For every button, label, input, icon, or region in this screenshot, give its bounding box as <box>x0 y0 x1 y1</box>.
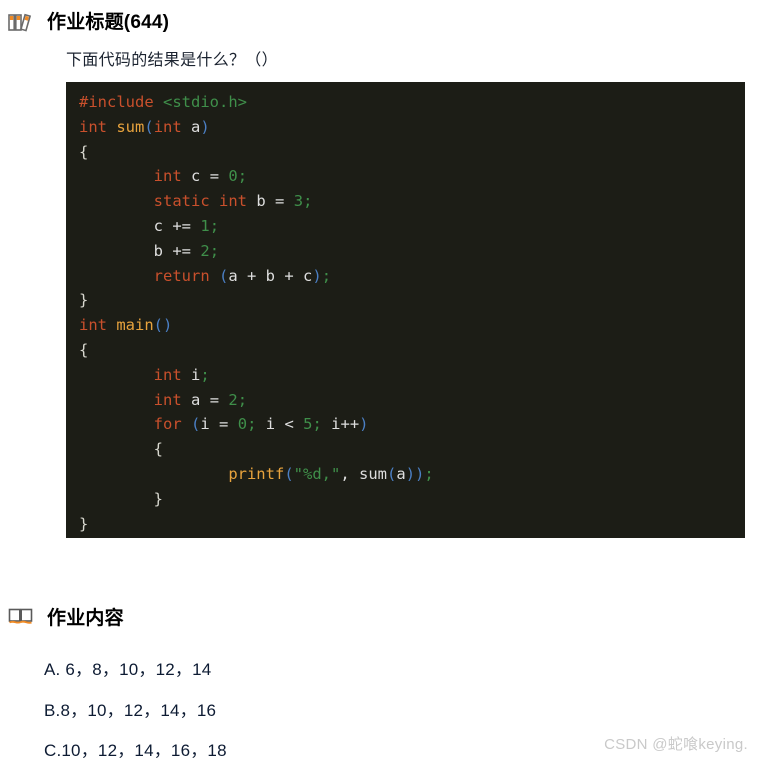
homework-content-label: 作业内容 <box>47 608 124 629</box>
code-line: for (i = 0; i < 5; i++) <box>153 415 369 434</box>
homework-title-header: 作业标题(644) <box>8 7 169 34</box>
answer-option-a[interactable]: A. 6，8，10，12，14 <box>44 655 211 680</box>
code-line: #include <stdio.h> <box>79 93 247 111</box>
code-line: } <box>79 291 89 310</box>
answer-option-c[interactable]: C.10，12，14，16，18 <box>44 736 227 761</box>
code-line: { <box>79 142 89 161</box>
code-line: int a = 2; <box>153 390 248 409</box>
homework-content-header: 作业内容 <box>8 603 124 630</box>
code-line: b += 2; <box>153 241 220 260</box>
code-line: { <box>79 340 89 359</box>
code-line: } <box>153 489 163 508</box>
code-line: return (a + b + c); <box>153 266 332 285</box>
code-line: { <box>153 440 163 459</box>
code-content: #include <stdio.h> int sum(int a) { int c … <box>66 90 745 536</box>
code-line: int sum(int a) <box>79 117 210 136</box>
code-line: static int b = 3; <box>153 192 313 211</box>
code-line: c += 1; <box>153 216 220 235</box>
code-line: int i; <box>153 365 210 384</box>
answer-option-b[interactable]: B.8，10，12，14，16 <box>44 696 216 721</box>
code-line: } <box>79 514 89 533</box>
code-line: int c = 0; <box>153 167 248 186</box>
question-text: 下面代码的结果是什么？（） <box>66 52 278 69</box>
open-book-icon <box>8 605 34 629</box>
books-icon <box>8 9 34 33</box>
code-block: #include <stdio.h> int sum(int a) { int c … <box>66 82 745 538</box>
csdn-watermark: CSDN @蛇喰keying. <box>604 736 748 753</box>
code-line: int main() <box>79 316 173 335</box>
code-line: printf("%d,", sum(a)); <box>228 464 434 483</box>
homework-title-label: 作业标题(644) <box>47 12 170 33</box>
